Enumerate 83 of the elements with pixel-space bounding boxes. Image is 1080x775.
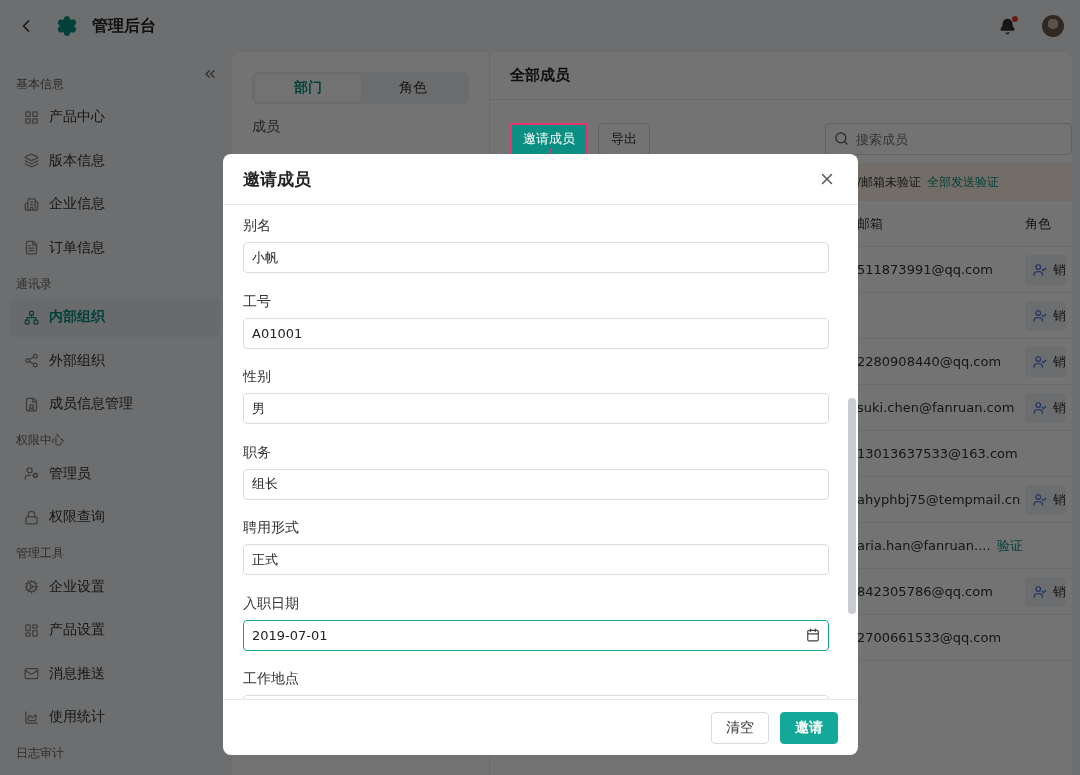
input-field[interactable]: 组长 xyxy=(243,468,829,500)
clear-button[interactable]: 清空 xyxy=(711,711,769,744)
sidebar-item[interactable]: 企业信息 xyxy=(10,184,220,224)
field-label: 入职日期 xyxy=(243,593,300,613)
mail-icon xyxy=(24,666,39,681)
sidebar-item[interactable]: 产品中心 xyxy=(10,97,220,137)
section-title: 基本信息 xyxy=(15,75,64,93)
column-header: 邮箱 xyxy=(857,214,884,233)
role-tag: 销 xyxy=(1025,576,1066,607)
role-tag: 销 xyxy=(1025,254,1066,285)
building-icon xyxy=(24,196,39,212)
field-label: 聘用形式 xyxy=(243,518,300,537)
field-label: 职务 xyxy=(243,442,272,462)
section-label: 成员 xyxy=(252,118,281,136)
chart-icon xyxy=(24,709,39,725)
sidebar-item[interactable]: 企业设置 xyxy=(10,566,220,607)
user-gear-icon xyxy=(24,466,39,481)
send-all-link[interactable]: 全部发送验证 xyxy=(927,173,1000,191)
tab[interactable]: 角色 xyxy=(360,75,466,101)
sidebar-item[interactable]: 消息推送 xyxy=(10,653,220,694)
export-button[interactable]: 导出 xyxy=(598,123,650,155)
sidebar-item[interactable]: 使用统计 xyxy=(10,697,220,737)
field-label: 别名 xyxy=(243,216,272,235)
notification-icon[interactable] xyxy=(999,17,1016,35)
dashboard-icon xyxy=(24,622,39,638)
email-cell: suki.chen@fanruan.com xyxy=(857,400,1015,415)
dialog-title: 邀请成员 xyxy=(243,167,311,191)
role-tag: 销 xyxy=(1025,392,1066,423)
share-icon xyxy=(24,353,39,368)
invite-button[interactable]: 邀请成员 xyxy=(510,122,588,156)
email-cell: 2280908440@qq.com xyxy=(857,354,1002,369)
lock-icon xyxy=(24,509,39,525)
user-icon xyxy=(1033,584,1047,599)
section-title: 权限中心 xyxy=(15,432,64,449)
email-cell: ahyphbj75@tempmail.cn xyxy=(857,492,1021,507)
calendar-icon xyxy=(806,627,820,642)
role-tag: 销 xyxy=(1025,484,1066,515)
user-card-icon xyxy=(24,396,39,412)
tab[interactable]: 部门 xyxy=(255,75,361,101)
grid-icon xyxy=(24,109,39,125)
role-tag: 销 xyxy=(1025,300,1066,331)
panel-title: 全部成员 xyxy=(490,52,1072,100)
section-title: 管理工具 xyxy=(15,545,64,562)
app-title: 管理后台 xyxy=(92,15,156,37)
sidebar-item[interactable]: 版本信息 xyxy=(10,140,220,181)
search-field[interactable]: 搜索成员 xyxy=(825,123,1072,155)
email-cell: aria.han@fanruan.... xyxy=(857,538,991,553)
user-icon xyxy=(1033,492,1047,507)
user-icon xyxy=(1033,262,1047,277)
role-tag: 销 xyxy=(1025,346,1066,377)
user-icon xyxy=(1033,354,1047,369)
column-header: 角色 xyxy=(1025,214,1052,233)
sidebar-item[interactable]: 权限查询 xyxy=(10,497,220,537)
verify-link[interactable]: 验证 xyxy=(996,536,1023,555)
email-cell: 2700661533@qq.com xyxy=(857,630,1002,645)
input-field[interactable]: A01001 xyxy=(243,317,829,349)
sidebar-item[interactable]: 内部组织 xyxy=(10,297,220,337)
user-icon xyxy=(1033,308,1047,323)
input-field[interactable]: 男 xyxy=(243,393,829,424)
user-icon xyxy=(1033,400,1047,415)
search-icon xyxy=(834,131,849,146)
sidebar-item[interactable]: 管理员 xyxy=(10,453,220,494)
scrollbar-thumb[interactable] xyxy=(848,398,856,614)
avatar[interactable] xyxy=(1042,15,1064,37)
document-icon xyxy=(24,240,39,255)
email-cell: 511873991@qq.com xyxy=(857,262,993,277)
section-title: 通讯录 xyxy=(15,275,52,293)
sidebar-item[interactable]: 成员信息管理 xyxy=(10,384,220,424)
input-field[interactable]: 小帆 xyxy=(243,242,829,273)
field-label: 工号 xyxy=(243,291,272,311)
input-field[interactable]: 正式 xyxy=(243,544,829,575)
date-field[interactable]: 2019-07-01 xyxy=(243,619,829,651)
email-cell: 842305786@qq.com xyxy=(857,584,993,599)
sidebar-item[interactable]: 订单信息 xyxy=(10,227,220,268)
sidebar-item[interactable]: 产品设置 xyxy=(10,610,220,650)
invite-button[interactable]: 邀请 xyxy=(780,711,838,744)
section-title: 日志审计 xyxy=(15,745,64,762)
field-label: 性别 xyxy=(243,367,272,386)
hierarchy-icon xyxy=(24,309,39,325)
email-cell: 13013637533@163.com xyxy=(857,446,1018,461)
sidebar-item[interactable]: 外部组织 xyxy=(10,340,220,381)
layers-icon xyxy=(24,153,39,168)
field-label: 工作地点 xyxy=(243,669,300,688)
